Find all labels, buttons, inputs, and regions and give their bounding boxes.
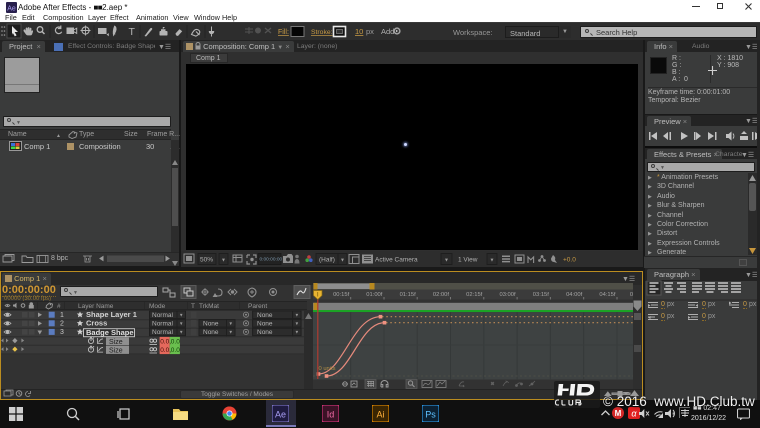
svg-text:01:15f: 01:15f — [400, 292, 417, 298]
svg-text:Normal: Normal — [152, 321, 174, 328]
svg-text:▼: ▼ — [179, 313, 183, 318]
svg-text:03:15f: 03:15f — [533, 292, 550, 298]
svg-text:Id: Id — [327, 410, 335, 420]
svg-text:▼: ▼ — [229, 321, 233, 326]
svg-text:0:00:00:00: 0:00:00:00 — [260, 257, 283, 263]
svg-text:00:15f: 00:15f — [333, 292, 350, 298]
svg-text:Size: Size — [109, 339, 123, 346]
svg-text:50%: 50% — [200, 257, 213, 264]
svg-text:10: 10 — [355, 27, 363, 36]
svg-text:Parent: Parent — [248, 303, 267, 310]
svg-text:Mode: Mode — [149, 303, 166, 310]
svg-text:Size: Size — [109, 347, 123, 354]
svg-text:Badge Shape: Badge Shape — [86, 328, 134, 337]
svg-text:02:00f: 02:00f — [433, 292, 450, 298]
svg-text:Fill:: Fill: — [278, 29, 289, 36]
svg-text:Normal: Normal — [152, 329, 174, 336]
svg-text:Normal: Normal — [152, 312, 174, 319]
svg-text:▼: ▼ — [295, 321, 299, 326]
svg-text:Cross: Cross — [86, 319, 107, 328]
svg-text:TrkMat: TrkMat — [199, 303, 219, 310]
svg-text:Ae: Ae — [275, 410, 286, 420]
svg-text:M: M — [615, 409, 622, 418]
svg-text:0.0,: 0.0, — [160, 347, 171, 354]
svg-text:0.0,: 0.0, — [160, 339, 171, 346]
svg-text:None: None — [257, 329, 273, 336]
svg-text:▼: ▼ — [295, 330, 299, 335]
svg-text:03:00f: 03:00f — [499, 292, 516, 298]
svg-text:Layer Name: Layer Name — [78, 303, 114, 310]
svg-text:▼: ▼ — [179, 321, 183, 326]
svg-text:▼: ▼ — [490, 258, 495, 264]
svg-text:04:00f: 04:00f — [566, 292, 583, 298]
svg-text:(Half): (Half) — [319, 257, 335, 264]
svg-text:T: T — [129, 26, 136, 38]
svg-text:Ps: Ps — [425, 410, 436, 420]
svg-text:▼: ▼ — [179, 330, 183, 335]
svg-text:0.0: 0.0 — [171, 339, 180, 346]
svg-text:▼: ▼ — [295, 313, 299, 318]
svg-text:▼: ▼ — [221, 258, 226, 264]
svg-text:None: None — [257, 321, 273, 328]
svg-text:Stroke:: Stroke: — [311, 29, 333, 36]
svg-text:▼: ▼ — [444, 258, 449, 264]
svg-text:1: 1 — [60, 312, 64, 319]
svg-text:px: px — [366, 27, 374, 36]
svg-text:04:15f: 04:15f — [599, 292, 616, 298]
svg-text:1 View: 1 View — [458, 257, 478, 264]
svg-text:▼: ▼ — [340, 258, 345, 264]
svg-text:Ai: Ai — [376, 410, 384, 420]
svg-text:None: None — [203, 329, 219, 336]
svg-text:3: 3 — [60, 329, 64, 336]
svg-text:+0.0: +0.0 — [563, 257, 576, 264]
svg-text:α: α — [631, 409, 637, 419]
svg-text:0 units: 0 units — [319, 366, 336, 372]
svg-text:01:00f: 01:00f — [366, 292, 383, 298]
svg-text:▼: ▼ — [229, 330, 233, 335]
svg-text:None: None — [257, 312, 273, 319]
svg-text:0.0: 0.0 — [171, 347, 180, 354]
svg-text:None: None — [203, 321, 219, 328]
svg-text:2: 2 — [60, 321, 64, 328]
svg-text:02:15f: 02:15f — [466, 292, 483, 298]
svg-text:#: # — [57, 303, 61, 310]
svg-text:T: T — [191, 303, 195, 310]
svg-text:Active Camera: Active Camera — [375, 257, 418, 264]
